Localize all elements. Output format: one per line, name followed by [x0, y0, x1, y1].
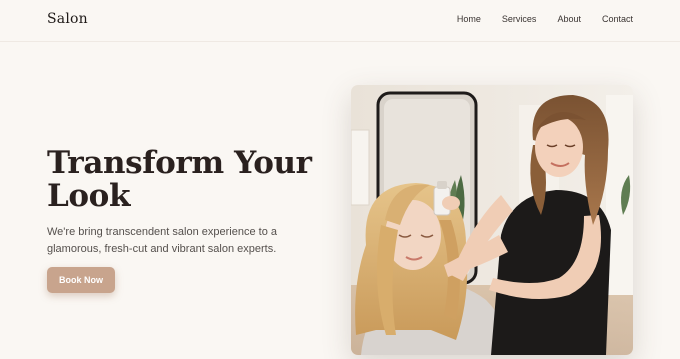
main-nav: Home Services About Contact [457, 14, 633, 24]
nav-item-contact[interactable]: Contact [602, 14, 633, 24]
site-header: Salon Home Services About Contact [0, 0, 680, 42]
hero-title: Transform Your Look [47, 145, 312, 214]
nav-item-home[interactable]: Home [457, 14, 481, 24]
hero-photo-stylist-and-client [351, 85, 633, 355]
brand-logo[interactable]: Salon [47, 11, 88, 27]
book-now-button[interactable]: Book Now [47, 267, 115, 293]
nav-item-services[interactable]: Services [502, 14, 537, 24]
hero-subtitle: We're bring transcendent salon experienc… [47, 226, 277, 255]
nav-item-about[interactable]: About [557, 14, 581, 24]
salon-scene-illustration [351, 85, 633, 355]
